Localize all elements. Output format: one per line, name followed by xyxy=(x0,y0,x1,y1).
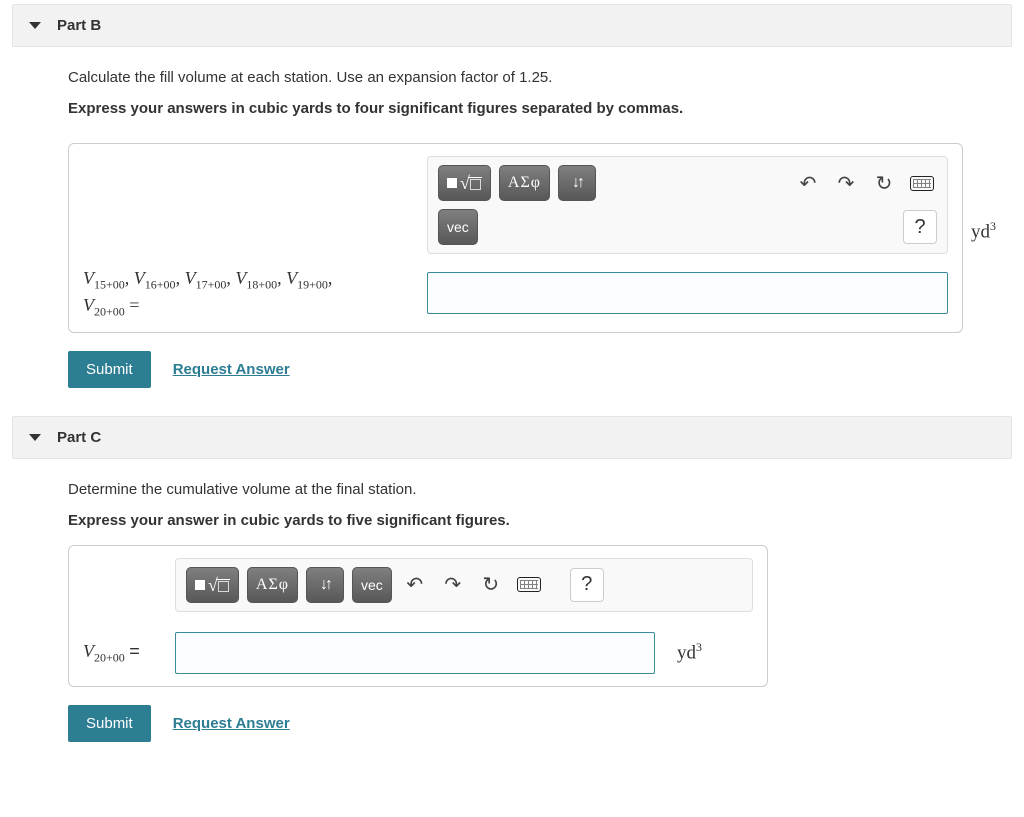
redo-icon: ↷ xyxy=(444,572,461,597)
help-button[interactable]: ? xyxy=(903,210,937,244)
subscript-button[interactable]: ↓↑ xyxy=(306,567,344,603)
part-b-prompt-line1: Calculate the fill volume at each statio… xyxy=(68,67,996,88)
submit-button[interactable]: Submit xyxy=(68,705,151,742)
help-icon: ? xyxy=(581,573,592,596)
part-c-prompt-line1: Determine the cumulative volume at the f… xyxy=(68,479,996,500)
caret-down-icon xyxy=(29,22,41,29)
request-answer-link[interactable]: Request Answer xyxy=(173,361,290,378)
part-b-prompt-line2: Express your answers in cubic yards to f… xyxy=(68,98,996,119)
greek-button[interactable]: ΑΣφ xyxy=(247,567,298,603)
vec-label: vec xyxy=(361,577,383,593)
undo-button[interactable]: ↶ xyxy=(793,165,823,201)
undo-icon: ↶ xyxy=(406,572,423,597)
redo-icon: ↷ xyxy=(838,171,855,196)
reset-button[interactable]: ↻ xyxy=(869,165,899,201)
vec-button[interactable]: vec xyxy=(438,209,478,245)
greek-icon: ΑΣφ xyxy=(256,576,289,594)
templates-button[interactable]: √ xyxy=(438,165,491,201)
templates-button[interactable]: √ xyxy=(186,567,239,603)
part-c-answer-input[interactable] xyxy=(175,632,655,674)
vec-label: vec xyxy=(447,219,469,235)
request-answer-link[interactable]: Request Answer xyxy=(173,715,290,732)
part-b-variable-label: V15+00, V16+00, V17+00, V18+00, V19+00, … xyxy=(83,266,413,320)
part-b-prompt: Calculate the fill volume at each statio… xyxy=(68,67,996,119)
part-c-answer-box: √ ΑΣφ ↓↑ vec ↶ ↷ ↻ ? V20+00 = xyxy=(68,545,768,687)
keyboard-icon xyxy=(517,577,541,592)
undo-button[interactable]: ↶ xyxy=(400,567,430,603)
part-c-prompt-line2: Express your answer in cubic yards to fi… xyxy=(68,510,996,531)
greek-icon: ΑΣφ xyxy=(508,174,541,192)
redo-button[interactable]: ↷ xyxy=(438,567,468,603)
greek-button[interactable]: ΑΣφ xyxy=(499,165,550,201)
part-c-prompt: Determine the cumulative volume at the f… xyxy=(68,479,996,531)
caret-down-icon xyxy=(29,434,41,441)
template-icon: √ xyxy=(447,174,482,192)
equation-toolbar: √ ΑΣφ ↓↑ vec ↶ ↷ ↻ ? xyxy=(175,558,753,612)
updown-icon: ↓↑ xyxy=(572,174,582,192)
vec-button[interactable]: vec xyxy=(352,567,392,603)
part-c-variable-label: V20+00 = xyxy=(83,639,161,666)
part-b-answer-box: √ ΑΣφ ↓↑ ↶ ↷ ↻ vec ? xyxy=(68,143,963,333)
subscript-button[interactable]: ↓↑ xyxy=(558,165,596,201)
equation-toolbar: √ ΑΣφ ↓↑ ↶ ↷ ↻ vec ? xyxy=(427,156,948,254)
help-button[interactable]: ? xyxy=(570,568,604,602)
part-b-actions: Submit Request Answer xyxy=(68,351,996,388)
undo-icon: ↶ xyxy=(800,171,817,196)
submit-button[interactable]: Submit xyxy=(68,351,151,388)
part-c-header[interactable]: Part C xyxy=(12,416,1012,459)
keyboard-button[interactable] xyxy=(907,165,937,201)
part-c-title: Part C xyxy=(57,429,101,446)
part-c-body: Determine the cumulative volume at the f… xyxy=(12,459,1012,766)
reset-button[interactable]: ↻ xyxy=(476,567,506,603)
part-b-answer-input[interactable] xyxy=(427,272,948,314)
reset-icon: ↻ xyxy=(482,572,499,597)
part-b-body: Calculate the fill volume at each statio… xyxy=(12,47,1012,412)
help-icon: ? xyxy=(914,216,925,239)
part-b-header[interactable]: Part B xyxy=(12,4,1012,47)
keyboard-icon xyxy=(910,176,934,191)
keyboard-button[interactable] xyxy=(514,567,544,603)
part-c-actions: Submit Request Answer xyxy=(68,705,996,742)
part-b-title: Part B xyxy=(57,17,101,34)
template-icon: √ xyxy=(195,576,230,594)
part-b-unit: yd3 xyxy=(963,219,996,243)
updown-icon: ↓↑ xyxy=(320,576,330,594)
redo-button[interactable]: ↷ xyxy=(831,165,861,201)
reset-icon: ↻ xyxy=(876,171,893,196)
part-c-unit: yd3 xyxy=(669,640,702,664)
